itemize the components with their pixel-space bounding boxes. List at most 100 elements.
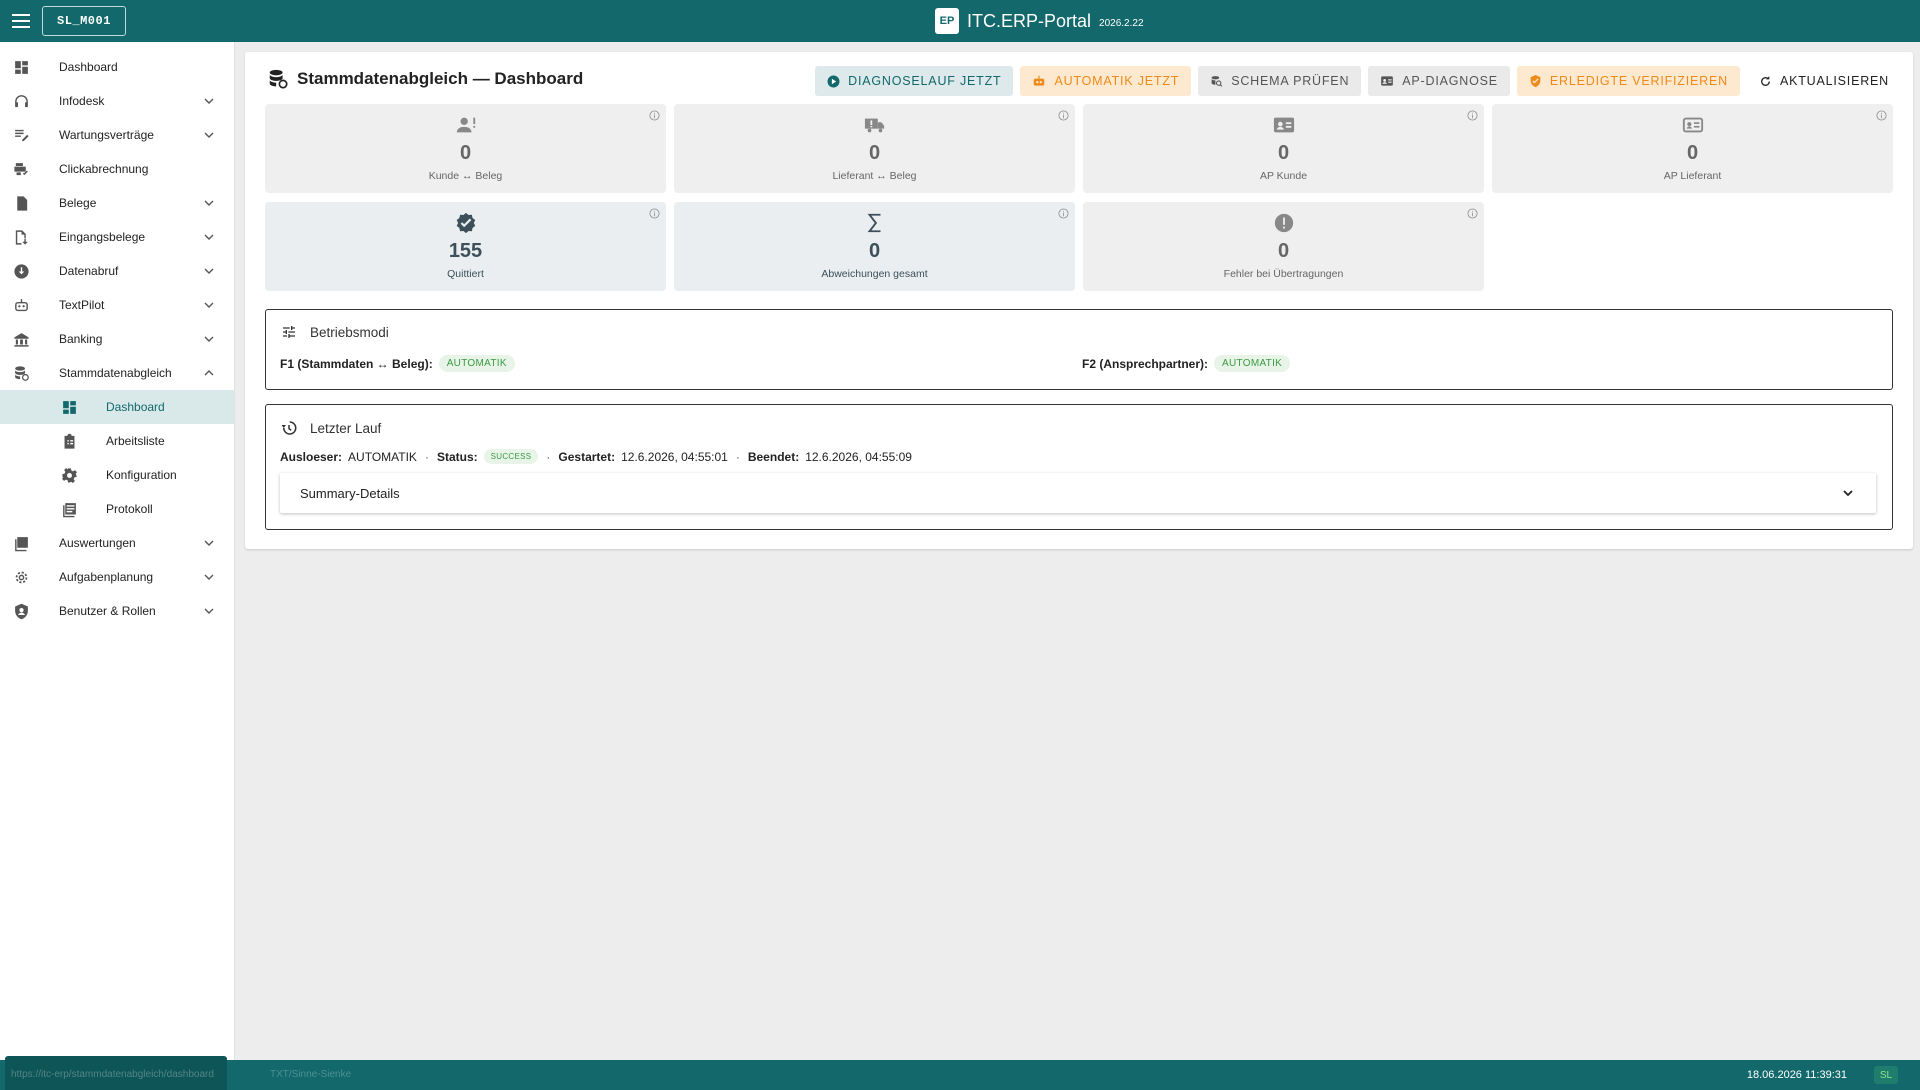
chevron-down-icon: [204, 268, 214, 274]
verify-done-button[interactable]: ERLEDIGTE VERIFIZIEREN: [1516, 66, 1740, 96]
database-search-icon: [1211, 75, 1223, 87]
contract-edit-icon: [15, 129, 29, 142]
sidebar-item-label: Aufgabenplanung: [59, 570, 154, 584]
mode-f2-label: F2 (Ansprechpartner):: [1082, 356, 1209, 371]
refresh-icon: [1761, 75, 1770, 86]
stat-card-abweichungen[interactable]: 0 Abweichungen gesamt: [674, 202, 1075, 291]
ap-diagnose-label: AP-DIAGNOSE: [1402, 74, 1498, 88]
summary-details-label: Summary-Details: [300, 485, 400, 501]
sidebar-item-label: Infodesk: [59, 94, 105, 108]
shield-user-icon: [15, 603, 28, 620]
sidebar-item-label: Belege: [59, 196, 97, 210]
automatik-now-label: AUTOMATIK JETZT: [1054, 74, 1180, 88]
sidebar-item-auswertungen[interactable]: Auswertungen: [0, 526, 234, 560]
sidebar-item-benutzer-rollen[interactable]: Benutzer & Rollen: [0, 594, 234, 628]
stat-card-quittiert[interactable]: 155 Quittiert: [265, 202, 666, 291]
last-run-header: Letzter Lauf: [280, 419, 381, 437]
chevron-down-icon: [204, 234, 214, 240]
info-icon[interactable]: [1467, 110, 1478, 121]
sidebar-item-clickabrechnung[interactable]: Clickabrechnung: [0, 152, 234, 186]
contact-card-outline-icon: [1682, 117, 1704, 133]
settings-gear-icon: [15, 571, 28, 584]
sidebar-item-label: Wartungsverträge: [59, 128, 154, 142]
info-icon[interactable]: [1058, 208, 1069, 219]
sidebar-subitem-konfiguration[interactable]: Konfiguration: [0, 458, 234, 492]
user-badge[interactable]: SL: [1874, 1066, 1898, 1084]
stat-value: 0: [868, 142, 881, 164]
info-icon[interactable]: [1467, 208, 1478, 219]
bank-icon: [14, 333, 29, 347]
stat-card-ap-lieferant[interactable]: 0 AP Lieferant: [1492, 104, 1893, 193]
stat-card-kunde-beleg[interactable]: 0 Kunde ↔ Beleg: [265, 104, 666, 193]
sidebar-item-label: Auswertungen: [59, 536, 136, 550]
page-header: Stammdatenabgleich — Dashboard: [267, 68, 583, 90]
stat-label: Abweichungen gesamt: [821, 268, 928, 280]
history-icon: [281, 421, 297, 435]
refresh-button[interactable]: AKTUALISIEREN: [1747, 66, 1901, 96]
app-title: ITC.ERP-Portal: [967, 10, 1092, 31]
trigger-label: Ausloeser:: [280, 449, 343, 464]
top-bar: SL_M001 EP ITC.ERP-Portal 2026.2.22: [0, 0, 1920, 42]
clipboard-list-icon: [64, 433, 75, 449]
sidebar-item-datenabruf[interactable]: Datenabruf: [0, 254, 234, 288]
action-toolbar: DIAGNOSELAUF JETZT AUTOMATIK JETZT SCHEM…: [815, 66, 1901, 96]
stat-value: 0: [868, 240, 881, 262]
mode-f2: F2 (Ansprechpartner): AUTOMATIK: [1082, 355, 1291, 372]
report-chart-icon: [15, 537, 28, 552]
tune-sliders-icon: [283, 326, 295, 338]
stat-card-ap-kunde[interactable]: 0 AP Kunde: [1083, 104, 1484, 193]
sidebar-item-label: TextPilot: [59, 298, 105, 312]
main-card: Stammdatenabgleich — Dashboard DIAGNOSEL…: [245, 52, 1913, 549]
last-run-panel: Letzter Lauf Ausloeser: AUTOMATIK · Stat…: [265, 404, 1893, 530]
sidebar-item-wartungsvertraege[interactable]: Wartungsverträge: [0, 118, 234, 152]
menu-icon[interactable]: [0, 0, 42, 42]
sidebar-item-label: Dashboard: [106, 400, 165, 414]
download-circle-icon: [14, 264, 29, 279]
chevron-down-icon: [204, 302, 214, 308]
sidebar-item-dashboard[interactable]: Dashboard: [0, 50, 234, 84]
robot-icon: [15, 299, 28, 312]
status-badge: SUCCESS: [483, 449, 539, 464]
ended-value: 12.6.2026, 04:55:09: [805, 449, 912, 464]
chevron-down-icon: [204, 98, 214, 104]
printer-check-icon: [14, 163, 28, 176]
truck-alert-icon: [864, 118, 885, 133]
ap-diagnose-button[interactable]: AP-DIAGNOSE: [1368, 66, 1510, 96]
info-icon[interactable]: [1876, 110, 1887, 121]
sidebar-item-banking[interactable]: Banking: [0, 322, 234, 356]
sidebar-item-infodesk[interactable]: Infodesk: [0, 84, 234, 118]
modes-panel: Betriebsmodi F1 (Stammdaten ↔ Beleg): AU…: [265, 309, 1893, 390]
automatik-now-button[interactable]: AUTOMATIK JETZT: [1020, 66, 1192, 96]
sidebar-subitem-protokoll[interactable]: Protokoll: [0, 492, 234, 526]
schema-check-button[interactable]: SCHEMA PRÜFEN: [1198, 66, 1362, 96]
database-sync-icon: [269, 69, 288, 89]
modes-header: Betriebsmodi: [280, 324, 389, 340]
footer-tab: https://itc-erp/stammdatenabgleich/dashb…: [5, 1056, 227, 1090]
stat-card-fehler[interactable]: 0 Fehler bei Übertragungen: [1083, 202, 1484, 291]
sidebar-item-label: Datenabruf: [59, 264, 119, 278]
trigger-value: AUTOMATIK: [348, 449, 417, 464]
diagnose-run-button[interactable]: DIAGNOSELAUF JETZT: [815, 66, 1014, 96]
schema-check-label: SCHEMA PRÜFEN: [1231, 74, 1350, 88]
user-code-chip[interactable]: SL_M001: [42, 6, 126, 36]
sidebar-item-stammdatenabgleich[interactable]: Stammdatenabgleich: [0, 356, 234, 390]
sidebar-subitem-arbeitsliste[interactable]: Arbeitsliste: [0, 424, 234, 458]
sidebar-item-textpilot[interactable]: TextPilot: [0, 288, 234, 322]
stat-card-lieferant-beleg[interactable]: 0 Lieferant ↔ Beleg: [674, 104, 1075, 193]
started-label: Gestartet:: [558, 449, 616, 464]
sidebar-subitem-dashboard[interactable]: Dashboard: [0, 390, 234, 424]
summary-details-expander[interactable]: Summary-Details: [280, 473, 1876, 513]
app-version: 2026.2.22: [1099, 17, 1144, 29]
info-icon[interactable]: [649, 208, 660, 219]
status-url: https://itc-erp/stammdatenabgleich/dashb…: [11, 1069, 214, 1080]
sidebar-item-eingangsbelege[interactable]: Eingangsbelege: [0, 220, 234, 254]
stat-value: 0: [459, 142, 472, 164]
error-icon: [1274, 213, 1294, 233]
info-icon[interactable]: [649, 110, 660, 121]
info-icon[interactable]: [1058, 110, 1069, 121]
sidebar-item-label: Benutzer & Rollen: [59, 604, 156, 618]
sidebar-item-belege[interactable]: Belege: [0, 186, 234, 220]
sidebar-item-aufgabenplanung[interactable]: Aufgabenplanung: [0, 560, 234, 594]
shield-check-icon: [1530, 75, 1541, 87]
person-alert-icon: [456, 117, 476, 133]
